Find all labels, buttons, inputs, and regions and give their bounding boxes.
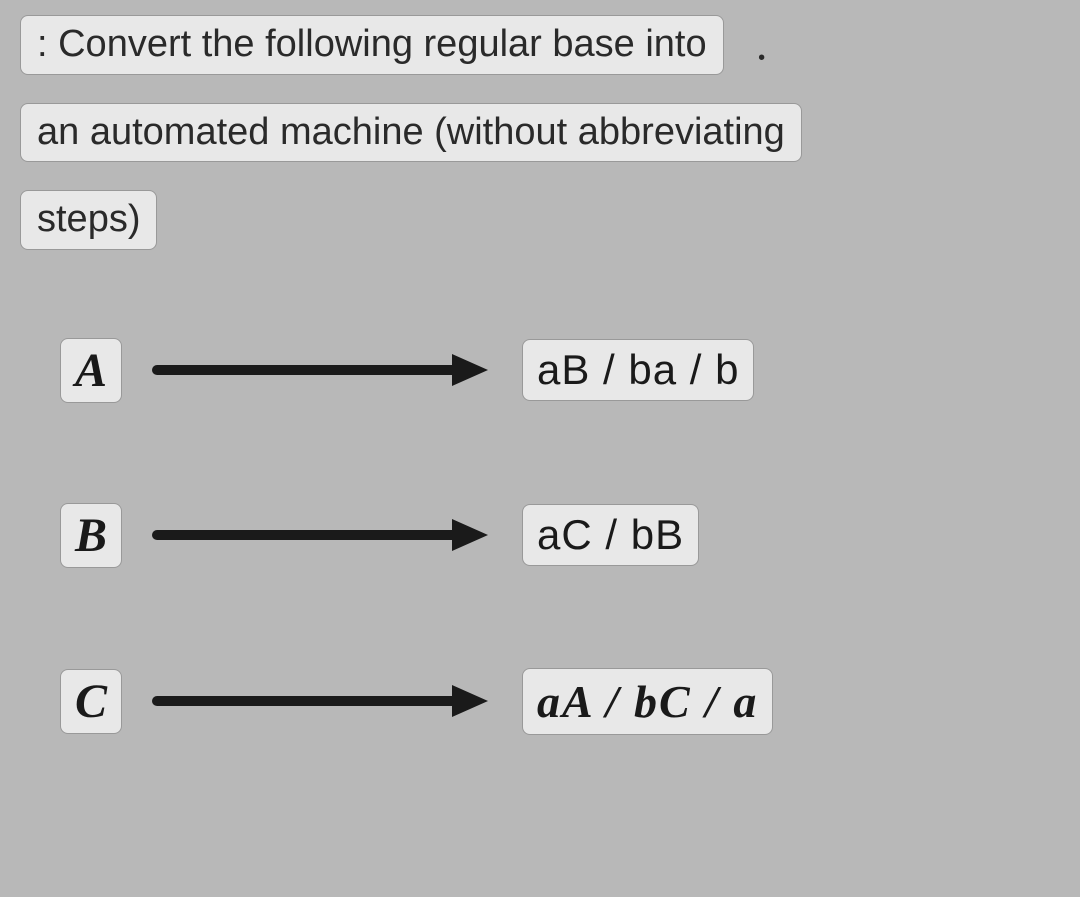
- decorative-mark: •: [758, 47, 768, 57]
- rule-rhs: aA / bC / a: [522, 668, 773, 735]
- rule-row: A aB / ba / b: [60, 338, 1040, 403]
- rule-lhs: B: [60, 503, 122, 568]
- question-line-3: steps): [20, 190, 157, 250]
- rule-lhs: C: [60, 669, 122, 734]
- question-line-1: : Convert the following regular base int…: [20, 15, 724, 75]
- rule-rhs: aC / bB: [522, 504, 699, 566]
- rule-row: C aA / bC / a: [60, 668, 1040, 735]
- rule-rhs: aB / ba / b: [522, 339, 754, 401]
- question-line-2: an automated machine (without abbreviati…: [20, 103, 802, 163]
- arrow-icon: [152, 515, 492, 555]
- rule-lhs: A: [60, 338, 122, 403]
- arrow-icon: [152, 350, 492, 390]
- question-text: : Convert the following regular base int…: [0, 0, 1080, 278]
- rule-row: B aC / bB: [60, 503, 1040, 568]
- grammar-rules: A aB / ba / b B aC / bB C aA / bC / a: [0, 278, 1080, 735]
- arrow-icon: [152, 681, 492, 721]
